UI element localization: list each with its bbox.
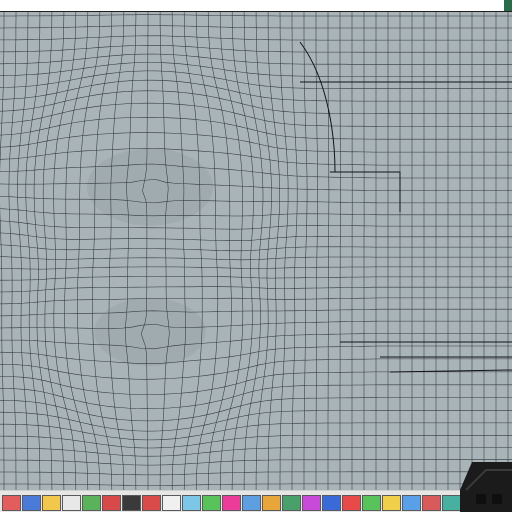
task-tile-15[interactable] bbox=[282, 495, 301, 511]
desktop-screen bbox=[0, 0, 512, 512]
window-title-bar bbox=[0, 0, 512, 12]
mesh-background bbox=[0, 12, 512, 490]
taskbar bbox=[0, 490, 512, 512]
task-tile-21[interactable] bbox=[402, 495, 421, 511]
task-tile-18[interactable] bbox=[342, 495, 361, 511]
task-tile-12[interactable] bbox=[222, 495, 241, 511]
task-tile-16[interactable] bbox=[302, 495, 321, 511]
task-tile-6[interactable] bbox=[102, 495, 121, 511]
mesh-hollow-1 bbox=[87, 148, 213, 226]
task-tile-20[interactable] bbox=[382, 495, 401, 511]
task-tile-17[interactable] bbox=[322, 495, 341, 511]
task-tile-11[interactable] bbox=[202, 495, 221, 511]
device-icon[interactable] bbox=[458, 460, 512, 512]
mesh-hollow-2 bbox=[94, 297, 206, 367]
task-tile-9[interactable] bbox=[162, 495, 181, 511]
title-bar-accent bbox=[504, 0, 512, 11]
task-tile-7[interactable] bbox=[122, 495, 141, 511]
task-tile-3[interactable] bbox=[42, 495, 61, 511]
wireframe-mesh[interactable] bbox=[0, 12, 512, 490]
task-tile-4[interactable] bbox=[62, 495, 81, 511]
mesh-viewport[interactable] bbox=[0, 12, 512, 490]
task-tile-5[interactable] bbox=[82, 495, 101, 511]
task-tile-10[interactable] bbox=[182, 495, 201, 511]
task-tile-13[interactable] bbox=[242, 495, 261, 511]
task-tile-8[interactable] bbox=[142, 495, 161, 511]
task-tile-14[interactable] bbox=[262, 495, 281, 511]
task-tile-19[interactable] bbox=[362, 495, 381, 511]
task-tile-22[interactable] bbox=[422, 495, 441, 511]
task-tile-1[interactable] bbox=[2, 495, 21, 511]
task-tile-2[interactable] bbox=[22, 495, 41, 511]
